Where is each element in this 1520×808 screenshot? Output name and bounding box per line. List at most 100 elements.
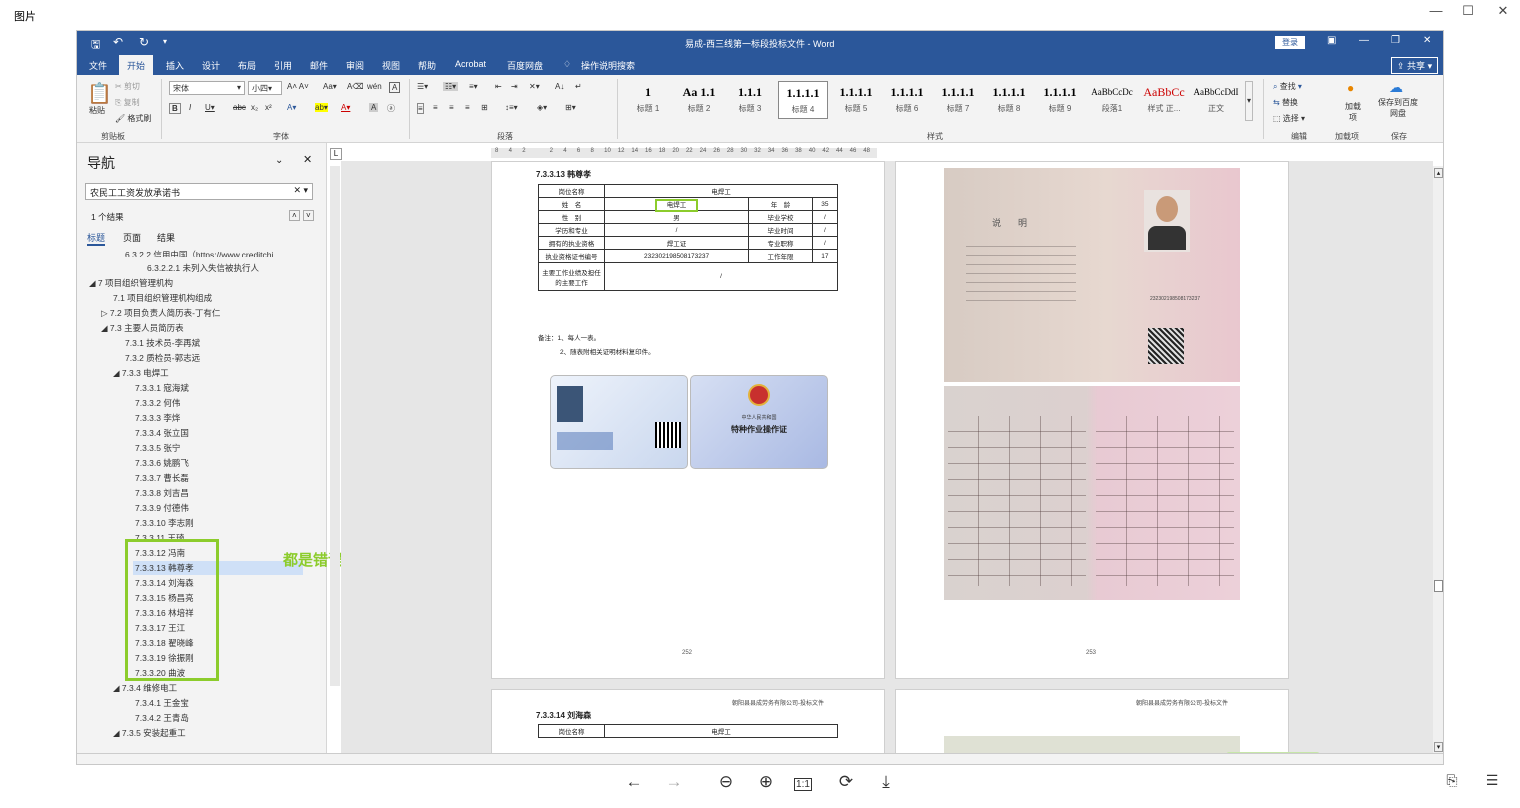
show-marks-icon[interactable]: ↵ <box>575 82 582 91</box>
format-painter-button[interactable]: 🖌 格式刷 <box>115 113 151 124</box>
tab-design[interactable]: 设计 <box>202 59 220 72</box>
tab-references[interactable]: 引用 <box>274 59 292 72</box>
scroll-thumb[interactable] <box>1434 580 1443 592</box>
nav-options-icon[interactable]: ⌄ <box>275 155 283 166</box>
style-heading-7[interactable]: 1.1.1.1 标题 7 <box>933 81 983 119</box>
nav-heading[interactable]: 7.3.3.6 姚鹏飞 <box>135 457 189 469</box>
paste-icon[interactable]: 📋 <box>87 81 112 106</box>
addins-icon[interactable]: ● <box>1347 81 1354 95</box>
tab-review[interactable]: 审阅 <box>346 59 364 72</box>
align-center-icon[interactable]: ≡ <box>433 103 438 112</box>
chinese-layout-icon[interactable]: ✕▾ <box>529 82 540 91</box>
tab-headings[interactable]: 标题 <box>87 231 106 246</box>
vertical-ruler[interactable] <box>330 166 340 686</box>
ribbon-display-icon[interactable]: ▣ <box>1327 35 1336 46</box>
replace-button[interactable]: ⇆ 替换 <box>1273 97 1298 108</box>
nav-close-icon[interactable]: ✕ <box>303 153 312 166</box>
tab-results[interactable]: 结果 <box>157 231 175 244</box>
nav-heading[interactable]: 7.3.3.5 张宁 <box>135 442 180 454</box>
decrease-indent-icon[interactable]: ⇤ <box>495 82 502 91</box>
nav-heading[interactable]: 7.3.3.3 李烨 <box>135 412 180 424</box>
font-name-box[interactable]: 宋体 ▾ <box>169 81 245 95</box>
justify-icon[interactable]: ≡ <box>465 103 470 112</box>
nav-search-input[interactable]: 农民工工资发放承诺书 ✕ ▾ <box>85 183 313 200</box>
zoom-out-icon[interactable]: ⊖ <box>714 772 738 792</box>
underline-icon[interactable]: U▾ <box>205 103 215 112</box>
distributed-icon[interactable]: ⊞ <box>481 103 488 112</box>
nav-heading[interactable]: 7.3.4.1 王金宝 <box>135 697 189 709</box>
style-heading-5[interactable]: 1.1.1.1 标题 5 <box>831 81 881 119</box>
close-button[interactable]: ✕ <box>1492 2 1514 20</box>
clear-format-icon[interactable]: A⌫ <box>347 82 364 91</box>
align-right-icon[interactable]: ≡ <box>449 103 454 112</box>
share-button[interactable]: ⇪ 共享 ▾ <box>1391 57 1439 74</box>
char-shading-icon[interactable]: A <box>369 103 379 112</box>
strikethrough-icon[interactable]: abc <box>233 103 246 112</box>
select-button[interactable]: ⬚ 选择 ▾ <box>1273 113 1305 124</box>
change-case-icon[interactable]: Aa▾ <box>323 82 337 91</box>
nav-heading[interactable]: 7.3.2 质检员-郭志远 <box>125 352 200 364</box>
nav-heading[interactable]: 7.3.3.1 寇海斌 <box>135 382 189 394</box>
styles-more-icon[interactable]: ▾ <box>1245 81 1254 121</box>
nav-heading[interactable]: 7.3.3.10 李志刚 <box>135 517 194 529</box>
shading-icon[interactable]: ◈▾ <box>537 103 547 112</box>
bullets-icon[interactable]: ☰▾ <box>417 82 428 91</box>
maximize-button[interactable]: ☐ <box>1457 2 1479 20</box>
style-normal[interactable]: AaBbCcDdI 正文 <box>1191 81 1241 119</box>
style-heading-4[interactable]: 1.1.1.1 标题 4 <box>778 81 828 119</box>
undo-icon[interactable]: ↶ <box>113 35 123 49</box>
phonetic-icon[interactable]: wén <box>367 82 382 91</box>
tab-acrobat[interactable]: Acrobat <box>455 59 486 69</box>
line-spacing-icon[interactable]: ↕≡▾ <box>505 103 518 112</box>
nav-heading[interactable]: ◢ 7.3.3 电焊工 <box>113 367 169 379</box>
text-effects-icon[interactable]: A▾ <box>287 103 296 112</box>
redo-icon[interactable]: ↻ <box>139 35 149 49</box>
prev-result-icon[interactable]: ˄ <box>289 210 300 221</box>
addins-button[interactable]: 加载项 <box>1343 101 1363 123</box>
clear-search-icon[interactable]: ✕ ▾ <box>293 185 308 196</box>
scroll-down-icon[interactable]: ▾ <box>1434 742 1443 752</box>
find-button[interactable]: ⌕ 查找 ▾ <box>1273 81 1302 92</box>
paste-button[interactable]: 粘贴 <box>89 105 105 116</box>
align-left-icon[interactable]: ≡ <box>417 103 424 114</box>
style-heading-8[interactable]: 1.1.1.1 标题 8 <box>984 81 1034 119</box>
baidu-cloud-icon[interactable]: ☁ <box>1389 79 1403 96</box>
numbering-icon[interactable]: ☷▾ <box>443 82 459 91</box>
tell-me-search[interactable]: 操作说明搜索 <box>581 59 635 72</box>
tab-mailings[interactable]: 邮件 <box>310 59 328 72</box>
nav-heading[interactable]: ▷ 7.2 项目负责人简历表-丁有仁 <box>101 307 220 319</box>
tab-insert[interactable]: 插入 <box>166 59 184 72</box>
tab-layout[interactable]: 布局 <box>238 59 256 72</box>
font-size-box[interactable]: 小四▾ <box>248 81 282 95</box>
actual-size-icon[interactable]: 1:1 <box>794 778 812 791</box>
sort-icon[interactable]: A↓ <box>555 82 564 91</box>
style-heading-3[interactable]: 1.1.1 标题 3 <box>725 81 775 119</box>
minimize-button[interactable]: — <box>1425 2 1447 20</box>
word-minimize-button[interactable]: — <box>1359 35 1369 46</box>
style-heading-1[interactable]: 1 标题 1 <box>623 81 673 119</box>
char-border-icon[interactable]: A <box>389 82 401 93</box>
superscript-icon[interactable]: x² <box>265 103 272 112</box>
nav-heading[interactable]: ◢ 7 项目组织管理机构 <box>89 277 173 289</box>
login-button[interactable]: 登录 <box>1275 36 1305 49</box>
borders-icon[interactable]: ⊞▾ <box>565 103 576 112</box>
multilevel-icon[interactable]: ≡▾ <box>469 82 478 91</box>
style-normal-custom[interactable]: AaBbCc 样式 正... <box>1139 81 1189 119</box>
style-heading-9[interactable]: 1.1.1.1 标题 9 <box>1035 81 1085 119</box>
copy-button[interactable]: ⎘ 复制 <box>115 97 140 108</box>
nav-heading[interactable]: 7.3.3.4 张立国 <box>135 427 189 439</box>
nav-heading[interactable]: 7.3.3.2 何伟 <box>135 397 180 409</box>
style-heading-2[interactable]: Aa 1.1 标题 2 <box>674 81 724 119</box>
nav-heading[interactable]: 7.3.3.7 曹长磊 <box>135 472 189 484</box>
page-253[interactable]: 说 明 232302198508173237 253 <box>895 161 1289 679</box>
font-color-icon[interactable]: A▾ <box>341 103 350 112</box>
nav-heading[interactable]: 7.3.4.2 王青岛 <box>135 712 189 724</box>
previous-image-icon[interactable]: ← <box>622 772 646 792</box>
ocr-text-icon[interactable]: ☰ <box>1480 772 1504 789</box>
scroll-up-icon[interactable]: ▴ <box>1434 168 1443 178</box>
cut-button[interactable]: ✂ 剪切 <box>115 81 140 92</box>
tab-view[interactable]: 视图 <box>382 59 400 72</box>
tab-file[interactable]: 文件 <box>89 59 107 72</box>
word-restore-button[interactable]: ❐ <box>1391 35 1400 46</box>
nav-heading[interactable]: 7.3.3.8 刘吉昌 <box>135 487 189 499</box>
